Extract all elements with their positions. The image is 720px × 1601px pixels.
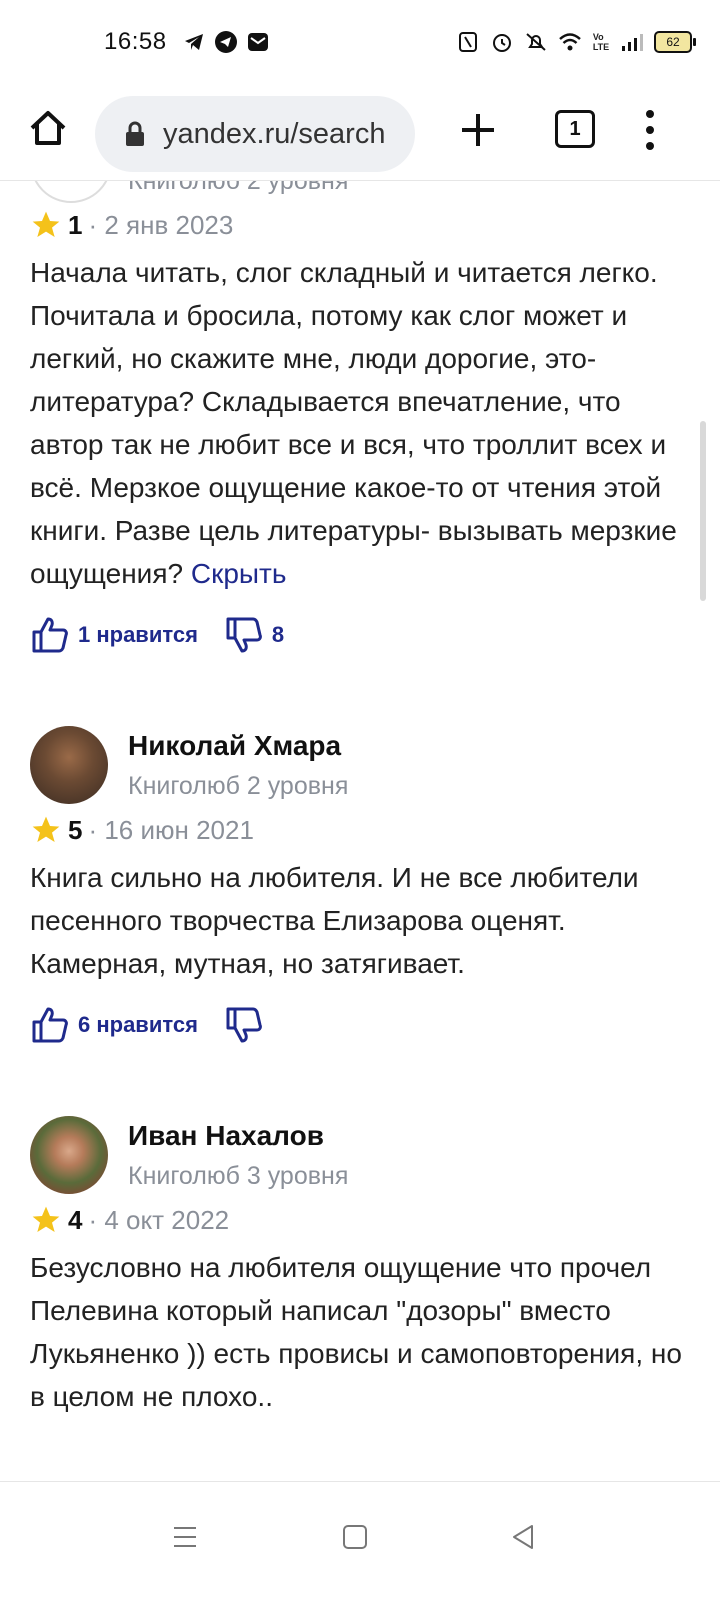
author-name[interactable]: Николай Хмара [128,730,341,762]
thumbs-up-icon [32,617,68,653]
avatar[interactable] [30,726,108,804]
dislike-count: 8 [271,622,285,647]
like-button[interactable]: 6 нравится [30,1005,198,1045]
signal-icon [620,30,644,54]
lock-icon [121,120,149,148]
review-text: Книга сильно на любителя. И не все любит… [30,862,639,979]
avatar[interactable] [30,1116,108,1194]
author-name[interactable]: Иван Нахалов [128,1120,324,1152]
hide-link[interactable]: Скрыть [191,558,287,589]
author-level: Книголюб 2 уровня [128,772,349,800]
nfc-icon [456,30,480,54]
thumbs-up-icon [32,1007,68,1043]
like-button[interactable]: 1 нравится [30,615,198,655]
review-text: Начала читать, слог складный и читается … [30,251,690,595]
avatar[interactable] [30,181,112,203]
thumbs-down-icon [226,1007,262,1043]
page-content[interactable]: Книголюб 2 уровня 1 · 2 янв 2023 Начала … [0,181,720,1481]
messenger-icon [214,30,238,54]
scrollbar[interactable] [700,421,706,601]
review-card: Николай Хмара Книголюб 2 уровня 5 · 16 и… [30,726,690,1055]
author-level: Книголюб 2 уровня [128,181,349,195]
home-square-icon[interactable] [340,1522,370,1552]
thumbs-down-icon [226,617,262,653]
dislike-button[interactable] [224,1005,272,1045]
like-count: 6 нравится [78,1012,198,1037]
url-text: yandex.ru/search [163,117,386,150]
volte-icon: Vo LTE [592,32,610,52]
star-icon [32,816,60,842]
alarm-icon [490,30,514,54]
review-date: · 2 янв 2023 [88,209,234,240]
status-time: 16:58 [104,28,167,55]
author-level: Книголюб 3 уровня [128,1162,349,1190]
address-bar[interactable]: yandex.ru/search [95,96,415,172]
status-bar: 16:58 Vo LTE 62 [0,0,720,88]
back-icon[interactable] [508,1522,538,1552]
star-icon [32,211,60,237]
browser-toolbar: yandex.ru/search 1 [0,88,720,181]
review-date: · 16 июн 2021 [88,814,254,845]
battery-indicator: 62 [654,31,696,53]
more-menu-icon[interactable] [642,108,658,152]
mail-icon [246,30,270,54]
review-card: Книголюб 2 уровня 1 · 2 янв 2023 Начала … [30,181,690,665]
wifi-icon [558,30,582,54]
home-icon[interactable] [26,106,70,150]
review-card: Иван Нахалов Книголюб 3 уровня 4 · 4 окт… [30,1116,690,1418]
rating-value: 1 [68,209,83,240]
telegram-icon [182,30,206,54]
review-text: Безусловно на любителя ощущение что проч… [30,1252,682,1412]
system-nav-bar [0,1481,720,1601]
star-icon [32,1206,60,1232]
mute-icon [524,30,548,54]
rating-value: 5 [68,814,83,845]
review-body: Начала читать, слог складный и читается … [30,257,677,589]
tabs-counter-button[interactable]: 1 [555,110,595,148]
dislike-button[interactable]: 8 [224,615,284,655]
rating-value: 4 [68,1204,83,1235]
new-tab-icon[interactable] [458,110,498,150]
like-count: 1 нравится [78,622,198,647]
menu-icon[interactable] [170,1522,200,1552]
review-date: · 4 окт 2022 [88,1204,230,1235]
